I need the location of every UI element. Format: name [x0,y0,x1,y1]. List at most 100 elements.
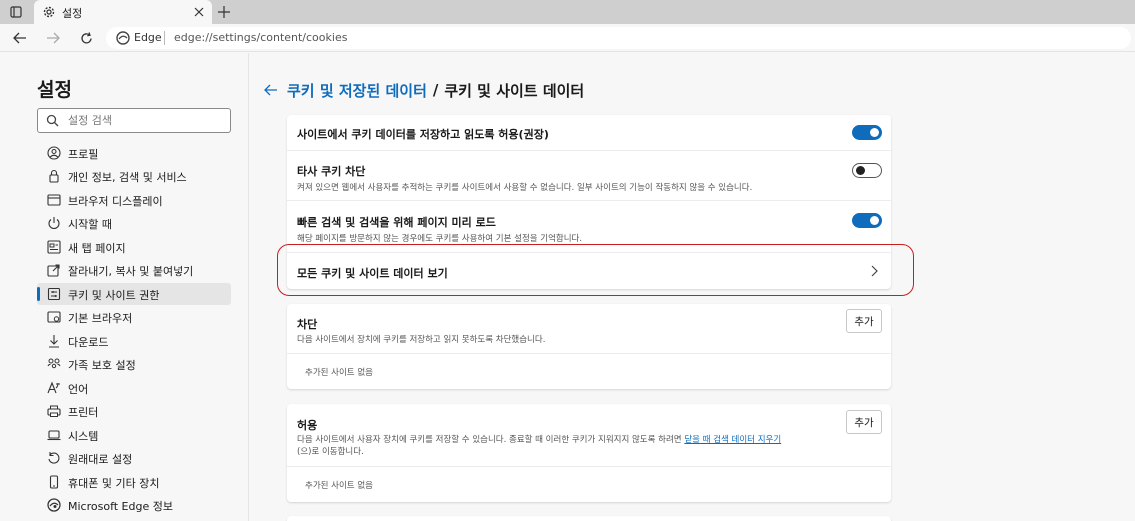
next-card [287,516,891,521]
share-icon [47,264,60,277]
sidebar-item-system[interactable]: 시스템 [37,424,231,446]
close-icon[interactable] [192,5,206,19]
allow-cookies-title: 사이트에서 쿠키 데이터를 저장하고 읽도록 허용(권장) [297,128,549,141]
divider [164,31,165,45]
breadcrumb-parent-link[interactable]: 쿠키 및 저장된 데이터 [287,80,427,101]
sidebar-item-default-browser[interactable]: 기본 브라우저 [37,306,231,328]
allow-add-button[interactable]: 추가 [846,410,882,434]
sidebar-item-label: 시스템 [68,430,99,443]
edge-icon [116,31,130,45]
default-browser-icon [47,311,61,323]
new-tab-page-icon [47,240,61,254]
lock-icon [49,169,59,183]
allow-desc-text: 다음 사이트에서 사용자 장치에 쿠키를 저장할 수 있습니다. 종료할 때 이… [297,435,685,445]
family-icon [47,358,61,369]
cookie-permissions-icon [47,287,61,301]
sidebar-item-label: 가족 보호 설정 [68,359,136,372]
url-text: edge://settings/content/cookies [174,31,348,44]
breadcrumb-separator: / [432,81,439,99]
edge-icon [47,498,61,512]
search-icon [46,114,59,127]
page-title: 쿠키 및 사이트 데이터 [444,81,585,100]
allow-title: 허용 [297,419,318,432]
search-input[interactable] [68,112,223,129]
profile-icon [47,146,61,160]
sidebar-item-language[interactable]: 언어 [37,377,231,399]
block-add-button[interactable]: 추가 [846,309,882,333]
block-third-party-desc: 켜져 있으면 웹에서 사용자를 추적하는 쿠키를 사이트에서 사용할 수 없습니… [297,183,753,193]
sidebar-item-label: 휴대폰 및 기타 장치 [68,477,160,490]
sidebar-item-label: 잘라내기, 복사 및 붙여넣기 [68,265,194,278]
sidebar-item-startup[interactable]: 시작할 때 [37,212,231,234]
sidebar-item-label: 브라우저 디스플레이 [68,195,163,208]
sidebar-item-label: 프로필 [68,148,99,161]
block-third-party-row: 타사 쿠키 차단 켜져 있으면 웹에서 사용자를 추적하는 쿠키를 사이트에서 … [287,150,891,200]
sidebar-item-phone[interactable]: 휴대폰 및 기타 장치 [37,471,231,493]
tab-settings[interactable]: 설정 [34,0,212,24]
allow-cookies-toggle[interactable] [852,125,882,140]
sidebar-item-label: 언어 [68,383,89,396]
allow-desc: 다음 사이트에서 사용자 장치에 쿠키를 저장할 수 있습니다. 종료할 때 이… [297,433,781,445]
address-bar: Edge edge://settings/content/cookies [0,24,1135,52]
sidebar-item-label: Microsoft Edge 정보 [68,500,173,513]
sidebar-item-new-tab[interactable]: 새 탭 페이지 [37,236,231,258]
printer-icon [47,405,61,417]
tab-actions-icon[interactable] [8,4,24,20]
sidebar-item-label: 원래대로 설정 [68,453,133,466]
allow-desc-tail: (으)로 이동합니다. [297,447,364,457]
sidebar-item-printer[interactable]: 프린터 [37,400,231,422]
sidebar-item-label: 개인 정보, 검색 및 서비스 [68,171,187,184]
block-third-party-toggle[interactable] [852,163,882,178]
sidebar-item-display[interactable]: 브라우저 디스플레이 [37,189,231,211]
sidebar-item-label: 새 탭 페이지 [68,242,126,255]
system-icon [47,430,61,441]
sidebar-item-label: 기본 브라우저 [68,312,133,325]
gear-icon [43,6,55,18]
highlight-annotation [277,244,914,296]
sidebar-item-family[interactable]: 가족 보호 설정 [37,353,231,375]
sidebar-item-cookies[interactable]: 쿠키 및 사이트 권한 [37,283,231,305]
sidebar-item-label: 쿠키 및 사이트 권한 [68,289,160,302]
tab-title: 설정 [62,7,83,20]
allow-cookies-row: 사이트에서 쿠키 데이터를 저장하고 읽도록 허용(권장) [287,115,891,150]
allow-card: 허용 다음 사이트에서 사용자 장치에 쿠키를 저장할 수 있습니다. 종료할 … [287,404,891,502]
power-icon [48,217,60,230]
reset-icon [48,452,60,464]
sidebar-item-downloads[interactable]: 다운로드 [37,330,231,352]
settings-sidebar: 설정 프로필 개인 정보, 검색 및 서비스 브라우저 디스플레이 시작할 때 … [0,53,249,521]
tab-strip: 설정 [0,0,1135,24]
browser-label: Edge [134,31,162,44]
sidebar-item-about[interactable]: Microsoft Edge 정보 [37,494,231,516]
forward-icon[interactable] [45,30,61,46]
clear-on-close-link[interactable]: 닫을 때 검색 데이터 지우기 [684,435,781,445]
sidebar-item-privacy[interactable]: 개인 정보, 검색 및 서비스 [37,165,231,187]
allow-empty-text: 추가된 사이트 없음 [305,481,373,491]
sidebar-item-label: 프린터 [68,406,99,419]
url-field[interactable]: Edge edge://settings/content/cookies [106,27,1131,49]
allow-empty-row: 추가된 사이트 없음 [287,466,891,502]
refresh-icon[interactable] [78,30,94,46]
phone-icon [49,475,59,489]
display-icon [47,194,61,206]
preload-toggle[interactable] [852,213,882,228]
language-icon [47,381,60,394]
new-tab-icon[interactable] [216,4,232,20]
preload-desc: 해당 페이지를 방문하지 않는 경우에도 쿠키를 사용하여 기본 설정을 기억합… [297,234,583,244]
download-icon [49,335,59,348]
sidebar-item-label: 다운로드 [68,336,109,349]
sidebar-item-profile[interactable]: 프로필 [37,142,231,164]
sidebar-item-reset[interactable]: 원래대로 설정 [37,447,231,469]
sidebar-item-label: 시작할 때 [68,218,112,231]
block-title: 차단 [297,318,318,331]
back-icon[interactable] [12,30,28,46]
active-indicator [37,287,40,301]
back-arrow-icon[interactable] [263,82,279,98]
block-third-party-title: 타사 쿠키 차단 [297,165,366,178]
sidebar-title: 설정 [37,79,72,101]
sidebar-item-share[interactable]: 잘라내기, 복사 및 붙여넣기 [37,259,231,281]
breadcrumb: 쿠키 및 저장된 데이터 / 쿠키 및 사이트 데이터 [263,80,584,100]
block-card: 차단 다음 사이트에서 장치에 쿠키를 저장하고 읽지 못하도록 차단했습니다.… [287,304,891,389]
block-empty-text: 추가된 사이트 없음 [305,368,373,378]
block-desc: 다음 사이트에서 장치에 쿠키를 저장하고 읽지 못하도록 차단했습니다. [297,335,546,345]
settings-search[interactable] [37,108,231,133]
